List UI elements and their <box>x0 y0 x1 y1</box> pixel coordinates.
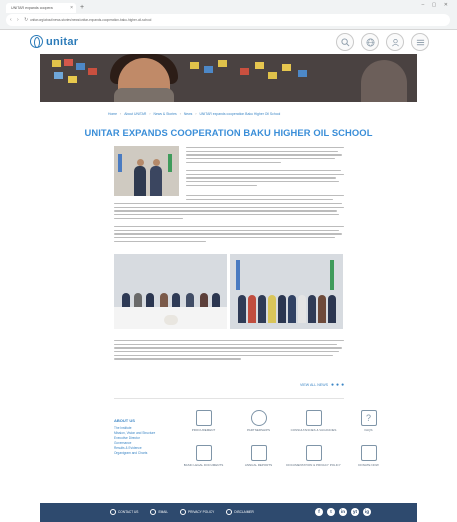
email-link[interactable]: EMAIL <box>150 509 168 515</box>
question-icon: ? <box>360 410 377 426</box>
article-photo-group <box>230 254 343 329</box>
article-photo-meeting <box>114 254 227 329</box>
document-icon <box>305 410 322 426</box>
bottom-bar: CONTACT US EMAIL PRIVACY POLICY DISCLAIM… <box>40 503 417 522</box>
footer-divider <box>114 398 344 399</box>
window-controls[interactable]: – ▢ ✕ <box>422 2 451 8</box>
article-photo-signing <box>114 146 179 196</box>
breadcrumb-home[interactable]: Home <box>108 112 117 116</box>
mail-icon <box>150 509 157 515</box>
article-paragraph-1 <box>186 147 344 165</box>
bottom-links: CONTACT US EMAIL PRIVACY POLICY DISCLAIM… <box>110 509 254 515</box>
address-bar[interactable]: unitar.org/about/news-stories/news/unita… <box>6 14 450 26</box>
browser-chrome: UNITAR expands coopera × + – ▢ ✕ unitar.… <box>0 0 457 30</box>
instagram-icon[interactable]: ig <box>363 508 371 516</box>
about-link-organigram[interactable]: Organigram and Charts <box>114 451 155 456</box>
footer-link-privacy[interactable]: DOCUMENTATION & PRIVACY POLICY <box>286 444 341 468</box>
article-paragraph-4 <box>114 203 344 221</box>
disclaimer-link[interactable]: DISCLAIMER <box>226 509 254 515</box>
facebook-icon[interactable]: f <box>315 508 323 516</box>
footer-link-donate[interactable]: DONATE NOW <box>341 444 396 468</box>
site-header: unitar <box>0 30 457 54</box>
file-text-icon <box>305 444 322 461</box>
breadcrumb: Home › About UNITAR › News & Stories › N… <box>108 112 280 116</box>
footer-link-procurement[interactable]: PROCUREMENT <box>176 410 231 433</box>
breadcrumb-about[interactable]: About UNITAR <box>124 112 146 116</box>
about-us-section: ABOUT US The Institute Mission, Vision a… <box>114 418 155 456</box>
article-paragraph-2 <box>186 170 344 188</box>
tab-close-icon[interactable]: × <box>70 3 73 13</box>
footer-link-vacancies[interactable]: CONSULTANCIES & VACANCIES <box>286 410 341 433</box>
linkedin-icon[interactable]: in <box>339 508 347 516</box>
browser-tab[interactable]: UNITAR expands coopera × <box>6 3 76 13</box>
site-logo[interactable]: unitar <box>30 35 78 48</box>
hero-image <box>40 54 417 102</box>
report-icon <box>250 444 267 461</box>
privacy-policy-link[interactable]: PRIVACY POLICY <box>180 509 214 515</box>
briefcase-icon <box>195 410 212 426</box>
breadcrumb-separator: › <box>195 112 197 116</box>
article-paragraph-5 <box>114 226 344 244</box>
nav-buttons[interactable]: ‹ › ↻ <box>10 14 30 26</box>
about-us-title: ABOUT US <box>114 418 135 423</box>
youtube-icon[interactable]: yt <box>351 508 359 516</box>
envelope-icon <box>360 444 377 461</box>
pen-document-icon <box>195 444 212 461</box>
breadcrumb-news-stories[interactable]: News & Stories <box>154 112 177 116</box>
breadcrumb-news[interactable]: News <box>184 112 192 116</box>
user-icon[interactable] <box>386 33 404 51</box>
share-icons[interactable]: ●●● <box>331 382 346 388</box>
view-all-news-label: VIEW ALL NEWS <box>300 383 329 387</box>
tab-title: UNITAR expands coopera <box>11 6 53 10</box>
new-tab-button[interactable]: + <box>80 3 84 13</box>
contact-us-link[interactable]: CONTACT US <box>110 509 138 515</box>
twitter-icon[interactable]: t <box>327 508 335 516</box>
footer-link-partnerships[interactable]: PARTNERSHIPS <box>231 410 286 433</box>
header-icons <box>336 33 429 51</box>
logo-text: unitar <box>46 35 79 48</box>
un-emblem-icon <box>30 35 43 48</box>
article-paragraph-3 <box>186 195 344 202</box>
breadcrumb-separator: › <box>179 112 181 116</box>
article-paragraph-6 <box>114 340 344 362</box>
menu-icon[interactable] <box>411 33 429 51</box>
breadcrumb-separator: › <box>120 112 122 116</box>
footer-link-legal-documents[interactable]: BASIC LEGAL DOCUMENTS <box>176 444 231 468</box>
people-icon <box>250 410 267 426</box>
view-all-news-link[interactable]: VIEW ALL NEWS ●●● <box>300 382 346 388</box>
social-links: f t in yt ig <box>315 508 371 516</box>
globe-icon[interactable] <box>361 33 379 51</box>
lock-icon <box>180 509 187 515</box>
footer-link-annual-reports[interactable]: ANNUAL REPORTS <box>231 444 286 468</box>
breadcrumb-current: UNITAR expands cooperation Baku Higher O… <box>199 112 281 116</box>
search-icon[interactable] <box>336 33 354 51</box>
info-icon <box>226 509 233 515</box>
page-title: UNITAR EXPANDS COOPERATION BAKU HIGHER O… <box>84 127 373 138</box>
footer-link-faqs[interactable]: ? FAQS <box>341 410 396 433</box>
phone-icon <box>110 509 116 515</box>
footer-quicklinks: PROCUREMENT PARTNERSHIPS CONSULTANCIES &… <box>176 410 396 467</box>
breadcrumb-separator: › <box>149 112 151 116</box>
